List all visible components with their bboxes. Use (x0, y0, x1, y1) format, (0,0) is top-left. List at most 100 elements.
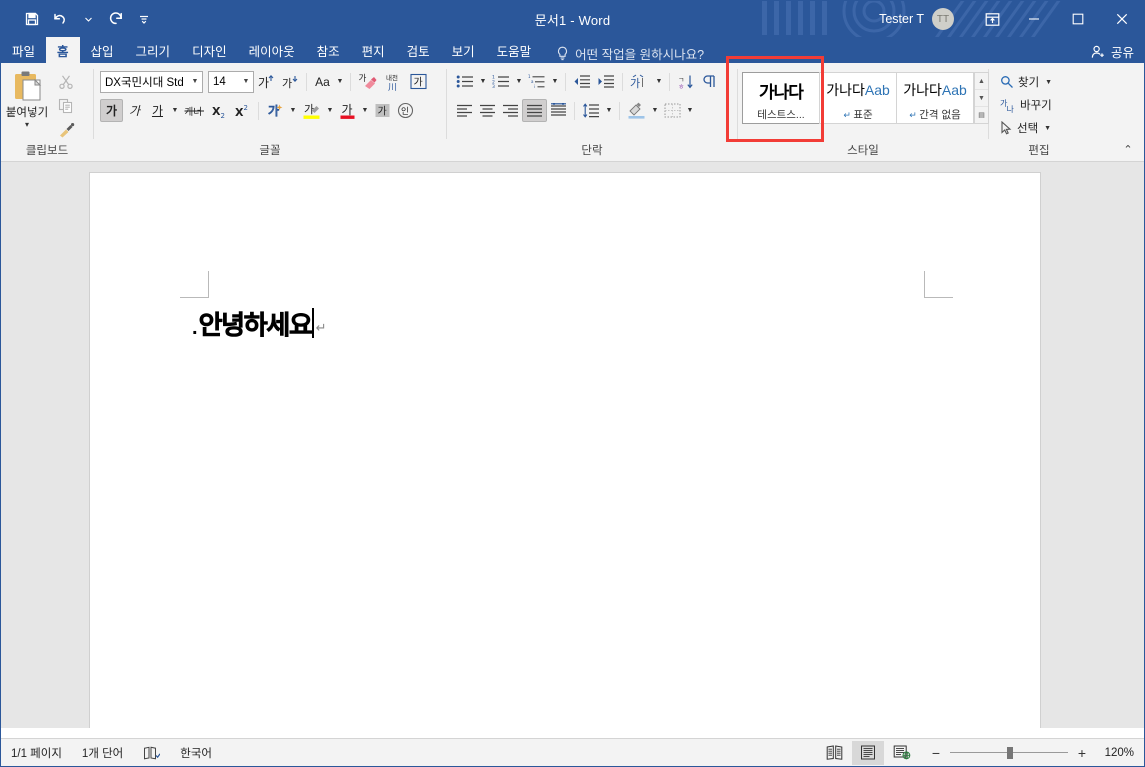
copy-button[interactable] (53, 94, 79, 117)
shading-button[interactable] (624, 99, 649, 122)
status-language[interactable]: 한국어 (170, 739, 222, 767)
enclose-character-button[interactable]: 인 (394, 99, 417, 122)
document-page[interactable]: . 안녕하세요 ↵ (89, 172, 1041, 728)
shrink-font-button[interactable]: 가 (278, 70, 302, 93)
view-web-layout-button[interactable] (886, 741, 918, 765)
avatar[interactable]: TT (932, 8, 954, 30)
undo-icon[interactable] (47, 6, 73, 32)
tab-file[interactable]: 파일 (1, 37, 46, 63)
tab-home[interactable]: 홈 (46, 37, 80, 63)
show-marks-button[interactable] (698, 70, 721, 93)
change-case-button[interactable]: Aa (311, 70, 334, 93)
customize-qat-icon[interactable] (131, 6, 157, 32)
increase-indent-button[interactable] (594, 70, 618, 93)
status-page-count[interactable]: 1/1 페이지 (1, 739, 72, 767)
align-left-button[interactable] (453, 99, 476, 122)
document-paragraph[interactable]: . 안녕하세요 ↵ (192, 304, 327, 342)
font-size-dropdown-icon[interactable]: ▼ (239, 78, 253, 85)
bold-button[interactable]: 가 (100, 99, 123, 122)
shading-dropdown-icon[interactable]: ▼ (649, 99, 661, 122)
line-spacing-button[interactable] (579, 99, 603, 122)
document-area[interactable]: . 안녕하세요 ↵ (1, 162, 1144, 728)
grow-font-button[interactable]: 가 (254, 70, 278, 93)
tab-help[interactable]: 도움말 (486, 37, 543, 63)
close-icon[interactable] (1100, 1, 1144, 37)
font-name-dropdown-icon[interactable]: ▼ (188, 78, 202, 85)
tab-design[interactable]: 디자인 (181, 37, 238, 63)
select-dropdown-icon[interactable]: ▼ (1044, 125, 1051, 132)
undo-dropdown-icon[interactable] (75, 6, 101, 32)
format-painter-button[interactable] (53, 118, 79, 141)
font-color-button[interactable]: 가 (336, 99, 359, 122)
align-center-button[interactable] (476, 99, 499, 122)
find-dropdown-icon[interactable]: ▼ (1045, 79, 1052, 86)
minimize-icon[interactable] (1012, 1, 1056, 37)
highlight-dropdown-icon[interactable]: ▼ (324, 99, 336, 122)
clear-formatting-button[interactable]: 가 (355, 70, 381, 93)
highlight-button[interactable]: 가 (299, 99, 324, 122)
borders-dropdown-icon[interactable]: ▼ (684, 99, 696, 122)
justify-button[interactable] (522, 99, 547, 122)
distribute-button[interactable] (547, 99, 570, 122)
view-read-mode-button[interactable] (818, 741, 850, 765)
multilevel-list-button[interactable]: 1 a i (525, 70, 549, 93)
tab-draw[interactable]: 그리기 (125, 37, 182, 63)
zoom-level-label[interactable]: 120% (1096, 747, 1134, 759)
style-item-test[interactable]: 가나다 테스트스... (742, 72, 820, 124)
numbering-dropdown-icon[interactable]: ▼ (513, 70, 525, 93)
zoom-slider-handle[interactable] (1007, 746, 1013, 759)
zoom-slider[interactable] (950, 746, 1068, 759)
styles-scroll-up-icon[interactable]: ▲ (975, 73, 988, 90)
multilevel-list-dropdown-icon[interactable]: ▼ (549, 70, 561, 93)
decrease-indent-button[interactable] (570, 70, 594, 93)
bullets-dropdown-icon[interactable]: ▼ (477, 70, 489, 93)
text-effects-dropdown-icon[interactable]: ▼ (287, 99, 299, 122)
styles-scroll-down-icon[interactable]: ▼ (975, 90, 988, 107)
character-shading-button[interactable]: 가 (371, 99, 394, 122)
font-color-dropdown-icon[interactable]: ▼ (359, 99, 371, 122)
subscript-button[interactable]: X 2 (208, 99, 231, 122)
character-border-button[interactable]: 가 (407, 70, 430, 93)
cut-button[interactable] (53, 70, 79, 93)
tab-mailings[interactable]: 편지 (351, 37, 396, 63)
zoom-out-button[interactable]: − (929, 745, 943, 761)
tab-references[interactable]: 참조 (306, 37, 351, 63)
numbering-button[interactable]: 1 2 3 (489, 70, 513, 93)
align-right-button[interactable] (499, 99, 522, 122)
italic-button[interactable]: 가 (123, 99, 146, 122)
asian-layout-button[interactable]: 가 | (627, 70, 653, 93)
phonetic-guide-button[interactable]: 내천 川 (381, 70, 407, 93)
status-proofing-button[interactable] (133, 739, 170, 767)
share-button[interactable]: 공유 (1091, 42, 1134, 61)
view-print-layout-button[interactable] (852, 740, 884, 765)
paste-button[interactable]: 붙여넣기 ▾ (1, 67, 53, 129)
bullets-button[interactable] (453, 70, 477, 93)
zoom-in-button[interactable]: + (1075, 745, 1089, 761)
style-item-no-spacing[interactable]: 가나다Aab ↵ 간격 없음 (896, 72, 974, 124)
tab-layout[interactable]: 레이아웃 (238, 37, 306, 63)
select-button[interactable]: 선택 ▼ (997, 117, 1055, 139)
sort-button[interactable]: ㄱ ㅎ (674, 70, 698, 93)
strikethrough-button[interactable]: 개너 (181, 99, 208, 122)
superscript-button[interactable]: X 2 (231, 99, 254, 122)
replace-button[interactable]: 가 나 바꾸기 (997, 94, 1055, 116)
styles-more-icon[interactable]: ▤ (975, 107, 988, 123)
save-icon[interactable] (19, 6, 45, 32)
asian-layout-dropdown-icon[interactable]: ▼ (653, 70, 665, 93)
underline-dropdown-icon[interactable]: ▼ (169, 99, 181, 122)
ribbon-display-options-icon[interactable] (972, 1, 1012, 37)
font-size-combo[interactable]: 14 ▼ (208, 70, 254, 93)
line-spacing-dropdown-icon[interactable]: ▼ (603, 99, 615, 122)
maximize-icon[interactable] (1056, 1, 1100, 37)
tell-me-search[interactable]: 어떤 작업을 원하시나요? (542, 44, 704, 63)
tab-insert[interactable]: 삽입 (80, 37, 125, 63)
underline-button[interactable]: 가 (146, 99, 169, 122)
borders-button[interactable] (661, 99, 684, 122)
redo-icon[interactable] (103, 6, 129, 32)
font-name-combo[interactable]: DX국민시대 Std ▼ (100, 70, 203, 93)
tab-review[interactable]: 검토 (396, 37, 441, 63)
find-button[interactable]: 찾기 ▼ (997, 71, 1055, 93)
text-effects-button[interactable]: 가 (263, 99, 287, 122)
collapse-ribbon-icon[interactable]: ⌃ (1120, 142, 1136, 158)
change-case-dropdown-icon[interactable]: ▼ (334, 70, 346, 93)
